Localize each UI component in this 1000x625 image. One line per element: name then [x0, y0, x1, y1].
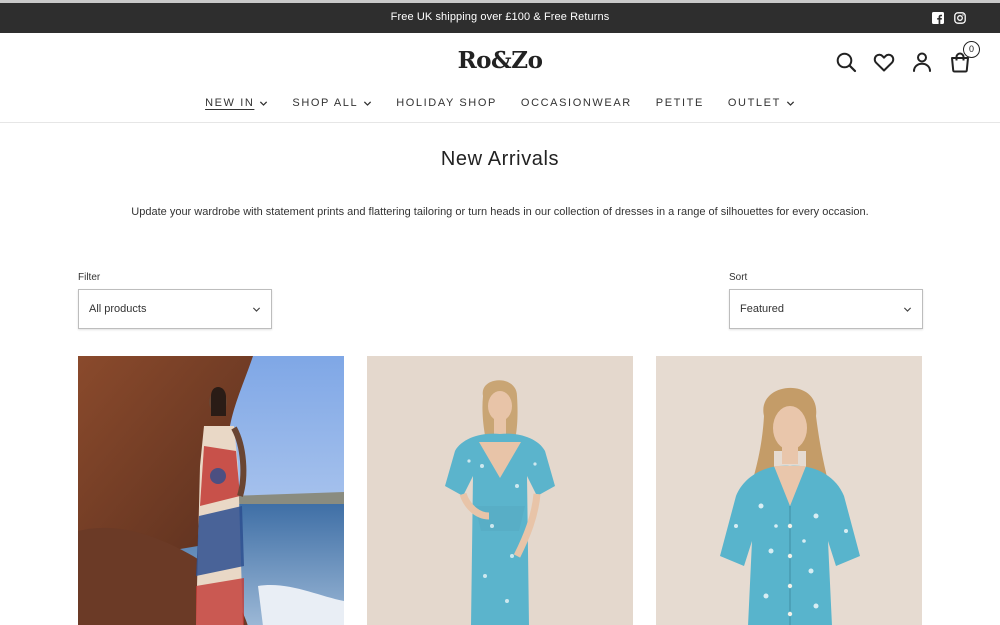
announcement-bar: Free UK shipping over £100 & Free Return… [0, 3, 1000, 33]
filter-label: Filter [78, 272, 101, 283]
chevron-down-icon [252, 307, 261, 312]
nav-label: PETITE [655, 97, 704, 109]
nav-item-shop-all[interactable]: SHOP ALL [292, 97, 372, 109]
nav-label: OCCASIONWEAR [520, 97, 632, 109]
product-image [656, 356, 922, 625]
nav-label: OUTLET [727, 97, 781, 109]
sort-select[interactable]: Featured [729, 289, 923, 329]
collection-description: Update your wardrobe with statement prin… [131, 206, 869, 218]
nav-item-petite[interactable]: PETITE [656, 97, 704, 109]
chevron-down-icon [260, 100, 268, 106]
chevron-down-icon [364, 100, 372, 106]
social-links [932, 11, 966, 24]
product-card-2[interactable] [367, 356, 633, 625]
nav-label: HOLIDAY SHOP [396, 97, 497, 109]
instagram-icon[interactable] [954, 11, 966, 24]
nav-item-new-in[interactable]: NEW IN [205, 97, 268, 109]
product-card-1[interactable] [78, 356, 344, 625]
heart-icon[interactable] [872, 50, 896, 74]
filter-select[interactable]: All products [78, 289, 272, 329]
main-navigation: NEW IN SHOP ALL HOLIDAY SHOP OCCASIONWEA… [0, 97, 1000, 109]
product-card-3[interactable] [656, 356, 922, 625]
page-title: New Arrivals [440, 148, 560, 170]
nav-item-holiday-shop[interactable]: HOLIDAY SHOP [396, 97, 497, 109]
sort-label: Sort [729, 272, 748, 283]
search-icon[interactable] [834, 50, 858, 74]
facebook-icon[interactable] [932, 11, 944, 24]
chevron-down-icon [786, 100, 795, 106]
nav-item-outlet[interactable]: OUTLET [728, 97, 795, 109]
account-icon[interactable] [910, 50, 934, 74]
nav-label: SHOP ALL [292, 97, 359, 109]
filter-value: All products [89, 303, 147, 315]
product-image [367, 356, 633, 625]
sort-value: Featured [740, 303, 785, 315]
nav-item-occasionwear[interactable]: OCCASIONWEAR [521, 97, 632, 109]
chevron-down-icon [903, 307, 912, 312]
site-header: Ro&Zo 0 NEW IN SHOP ALL HOLIDAY SHOP OCC… [0, 33, 1000, 123]
cart-icon[interactable]: 0 [948, 41, 980, 74]
nav-label: NEW IN [205, 97, 255, 109]
announcement-text: Free UK shipping over £100 & Free Return… [390, 11, 610, 23]
cart-count-badge: 0 [963, 41, 980, 58]
product-image [78, 356, 344, 625]
header-actions: 0 [834, 41, 980, 74]
